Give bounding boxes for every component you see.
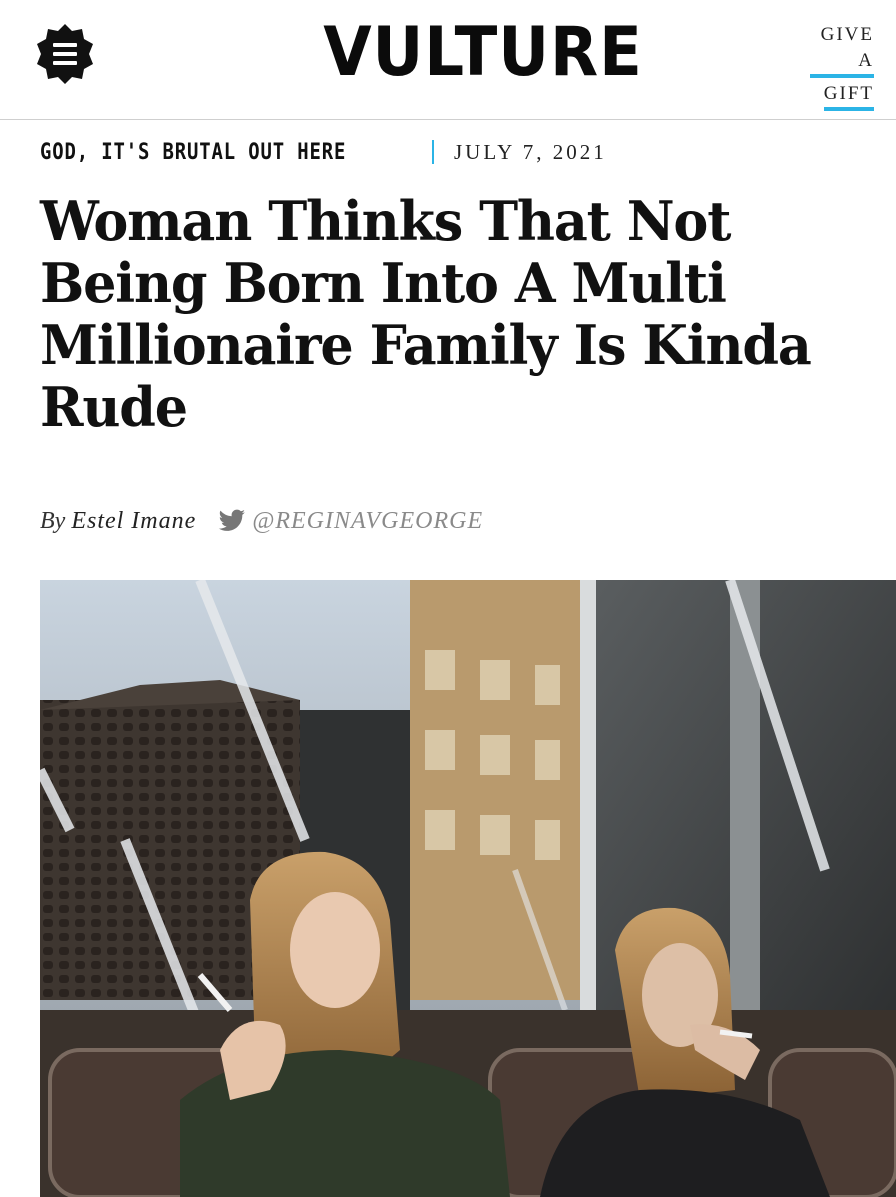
gift-label-line1: GIVE A [810, 22, 874, 78]
article-photo [40, 580, 896, 1197]
gift-label-line2: GIFT [823, 81, 874, 111]
meta-divider [432, 140, 434, 164]
article-meta: GOD, IT'S BRUTAL OUT HERE JULY 7, 2021 [40, 134, 607, 170]
twitter-link[interactable]: @REGINAVGEORGE [218, 508, 483, 535]
twitter-handle: @REGINAVGEORGE [252, 507, 484, 534]
twitter-bird-icon [218, 509, 246, 531]
author-name[interactable]: Estel Imane [71, 508, 196, 535]
article-headline: Woman Thinks That Not Being Born Into A … [40, 189, 812, 439]
hamburger-menu-icon[interactable] [33, 22, 97, 86]
publish-date: JULY 7, 2021 [454, 139, 607, 164]
give-a-gift-link[interactable]: GIVE A GIFT [810, 22, 874, 111]
byline-prefix: By [40, 507, 66, 534]
site-logo[interactable]: VULTURE [323, 10, 642, 96]
rubric-link[interactable]: GOD, IT'S BRUTAL OUT HERE [40, 140, 393, 165]
site-header: VULTURE GIVE A GIFT [0, 0, 896, 120]
byline: By Estel Imane @REGINAVGEORGE [40, 503, 483, 539]
